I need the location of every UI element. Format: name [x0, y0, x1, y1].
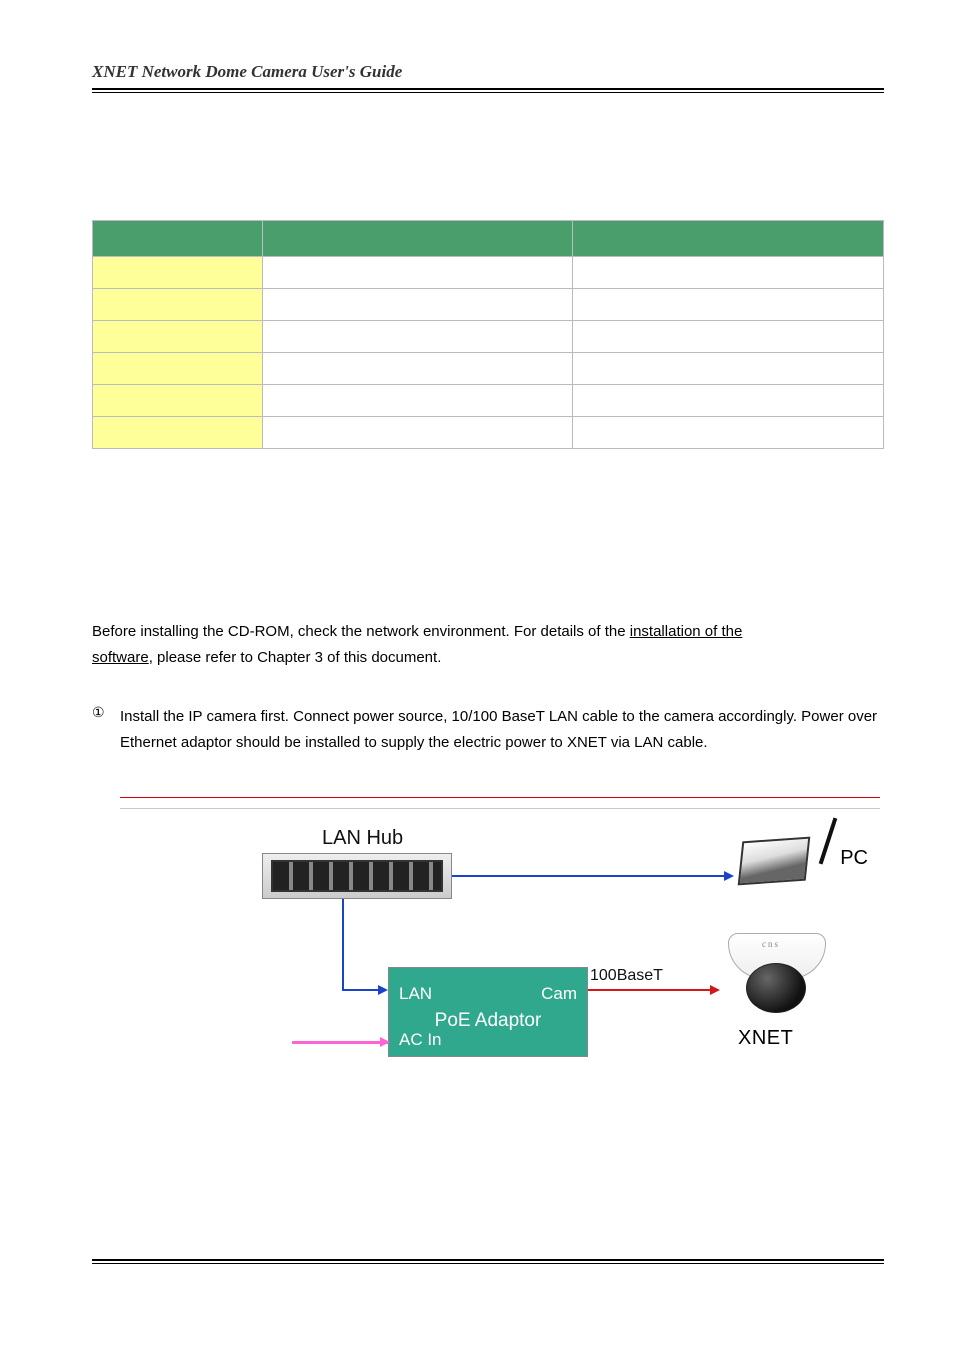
cell-val1	[263, 417, 573, 449]
header-title: XNET Network Dome Camera User's Guide	[92, 62, 884, 82]
cell-key	[93, 353, 263, 385]
table-row	[93, 417, 884, 449]
cell-val1	[263, 289, 573, 321]
header-rule-thin	[92, 92, 884, 93]
table-row	[93, 385, 884, 417]
table-row	[93, 257, 884, 289]
cell-key	[93, 289, 263, 321]
header-rule-thick	[92, 88, 884, 90]
table-row	[93, 289, 884, 321]
table-row	[93, 321, 884, 353]
cell-val1	[263, 385, 573, 417]
label-xnet: XNET	[738, 1027, 793, 1050]
label-pc: PC	[840, 847, 868, 870]
install-lead: Before installing the CD-ROM, check the …	[92, 619, 884, 670]
cell-key	[93, 321, 263, 353]
footer-rule-thick	[92, 1259, 884, 1261]
arrow-ac-in	[292, 1041, 388, 1044]
divider-gray	[120, 808, 880, 809]
dome-camera-icon: cns	[722, 927, 832, 1022]
cell-val1	[263, 353, 573, 385]
cell-val1	[263, 321, 573, 353]
cell-val2	[573, 289, 884, 321]
install-section: Before installing the CD-ROM, check the …	[92, 619, 884, 1077]
cell-val2	[573, 257, 884, 289]
content: Before installing the CD-ROM, check the …	[92, 220, 884, 1077]
poe-adaptor-box: LAN Cam PoE Adaptor AC In	[388, 967, 588, 1057]
install-line1-underline: installation of the	[630, 623, 743, 640]
laptop-screen-icon	[738, 836, 811, 885]
line-hub-down	[342, 899, 344, 991]
network-diagram: LAN Hub PC LAN Cam PoE Adaptor AC In 100…	[232, 827, 872, 1077]
table-row	[93, 353, 884, 385]
arrow-hub-to-poe	[342, 989, 386, 991]
th-col-1	[93, 221, 263, 257]
hub-ports-icon	[271, 860, 443, 892]
th-col-3	[573, 221, 884, 257]
dome-bubble-icon	[746, 963, 806, 1013]
step-number-icon: ①	[92, 704, 112, 757]
dome-brand-label: cns	[762, 939, 780, 949]
arrow-poe-to-camera	[588, 989, 718, 992]
label-100baset: 100BaseT	[590, 967, 663, 985]
th-col-2	[263, 221, 573, 257]
page-header: XNET Network Dome Camera User's Guide	[92, 62, 884, 93]
laptop-icon	[740, 819, 824, 891]
cell-val2	[573, 417, 884, 449]
label-lan-hub: LAN Hub	[322, 827, 403, 850]
cell-val2	[573, 321, 884, 353]
cell-key	[93, 257, 263, 289]
poe-port-acin: AC In	[399, 1030, 442, 1050]
table-header-row	[93, 221, 884, 257]
install-line2-rest: , please refer to Chapter 3 of this docu…	[149, 649, 442, 666]
cell-key	[93, 385, 263, 417]
step-1: ① Install the IP camera first. Connect p…	[92, 704, 884, 757]
cell-val2	[573, 385, 884, 417]
step-text: Install the IP camera first. Connect pow…	[120, 704, 884, 757]
install-line2-underline: software	[92, 649, 149, 666]
poe-port-lan: LAN	[399, 984, 432, 1004]
divider-red	[120, 797, 880, 798]
install-line1: Before installing the CD-ROM, check the …	[92, 623, 630, 640]
hub-icon	[262, 853, 452, 899]
cell-val2	[573, 353, 884, 385]
cell-key	[93, 417, 263, 449]
cell-val1	[263, 257, 573, 289]
poe-port-cam: Cam	[541, 984, 577, 1004]
poe-title: PoE Adaptor	[389, 1010, 587, 1032]
footer-rule-thin	[92, 1263, 884, 1264]
page-footer	[92, 1259, 884, 1264]
arrow-hub-to-pc	[452, 875, 732, 877]
stylus-icon	[819, 817, 838, 864]
spec-table	[92, 220, 884, 449]
